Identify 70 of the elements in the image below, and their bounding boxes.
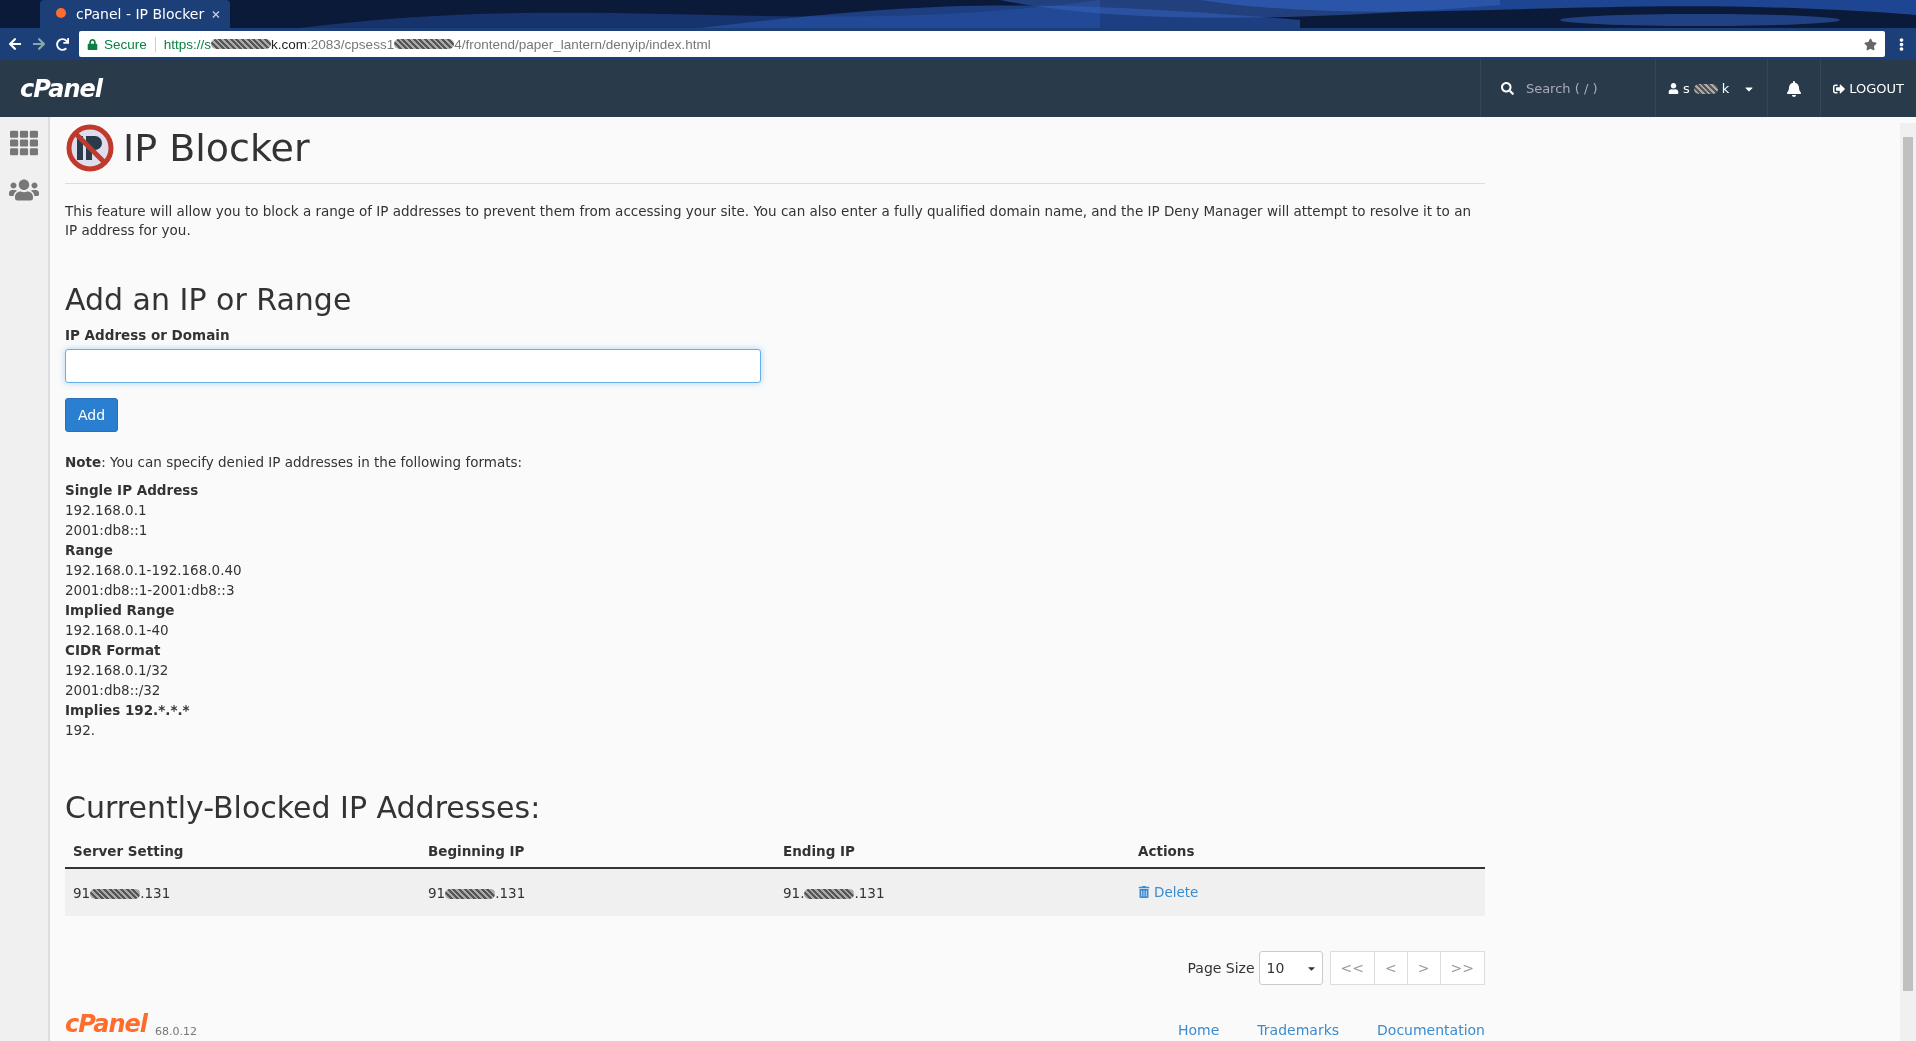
page-title: IP Blocker: [123, 126, 310, 170]
trash-icon: [1138, 886, 1150, 898]
redacted-mark: [394, 39, 455, 49]
secure-label: Secure: [104, 36, 147, 52]
username-text: k: [1721, 81, 1730, 96]
redacted-mark: [804, 888, 855, 899]
format-example: 2001:db8::/32: [65, 681, 162, 700]
forward-icon[interactable]: [32, 37, 46, 51]
bookmark-star-icon[interactable]: [1864, 37, 1877, 51]
cpanel-logo: cPanel: [65, 1010, 148, 1038]
field-label: IP Address or Domain: [65, 327, 231, 343]
page-size-select[interactable]: 10: [1258, 951, 1323, 985]
format-example: 2001:db8::1: [65, 521, 149, 540]
footer-link[interactable]: Home: [1178, 1022, 1220, 1038]
pagination-button[interactable]: <<: [1329, 951, 1376, 985]
redacted-mark: [211, 39, 272, 49]
footer-link[interactable]: Trademarks: [1257, 1022, 1340, 1038]
search-field[interactable]: Search ( / ): [1479, 60, 1655, 117]
format-example: 192.168.0.1-40: [65, 621, 170, 640]
page-size-label: Page Size: [1187, 960, 1255, 976]
table-cell: 91 .131: [65, 868, 420, 916]
browser-tab[interactable]: cPanel - IP Blocker: [40, 0, 230, 28]
note-text: Note: You can specify denied IP addresses in the following formats:: [65, 454, 524, 470]
section-heading: Currently-Blocked IP Addresses:: [65, 790, 542, 825]
format-example: 192.168.0.1/32: [65, 661, 170, 680]
format-example: 192.: [65, 721, 97, 740]
description-text: This feature will allow you to block a range of IP addresses to prevent them from accessing your site. You can also enter a fully qualified domain name, and the IP Deny Manager will attempt to resolve it to an IP address for you.: [65, 202, 1472, 240]
pagination-button[interactable]: >: [1406, 951, 1441, 985]
username-text: s: [1682, 81, 1690, 96]
scrollbar-thumb[interactable]: [1903, 137, 1913, 991]
delete-link[interactable]: Delete: [1138, 884, 1199, 900]
blocked-ip-icon: [65, 123, 115, 173]
logout-icon: [1833, 82, 1846, 95]
url-text: https://s: [163, 36, 212, 52]
section-heading: Add an IP or Range: [65, 282, 353, 317]
back-icon[interactable]: [8, 37, 22, 51]
pagination-button[interactable]: <: [1374, 951, 1408, 985]
ip-address-field[interactable]: [65, 349, 761, 383]
close-icon[interactable]: [212, 9, 220, 19]
notifications-icon[interactable]: [1786, 80, 1803, 97]
format-heading: CIDR Format: [65, 641, 162, 660]
reload-icon[interactable]: [56, 37, 69, 51]
tab-title: cPanel - IP Blocker: [76, 6, 205, 22]
redacted-mark: [90, 888, 141, 899]
url-text: :2083/cpsess1: [307, 36, 395, 52]
add-button[interactable]: Add: [65, 398, 119, 432]
table-cell: 91. .131: [775, 868, 1130, 916]
cpanel-logo[interactable]: cPanel: [20, 74, 103, 103]
table-cell: 91 .131: [420, 868, 775, 916]
lock-icon: [87, 38, 98, 50]
redacted-mark: [1693, 83, 1718, 94]
format-heading: Range: [65, 541, 114, 560]
url-text: k.com: [271, 36, 308, 52]
format-example: 192.168.0.1: [65, 501, 148, 520]
user-menu[interactable]: s k: [1654, 60, 1768, 117]
format-heading: Single IP Address: [65, 481, 200, 500]
format-example: 192.168.0.1-192.168.0.40: [65, 561, 243, 580]
footer-link[interactable]: Documentation: [1377, 1022, 1485, 1038]
search-icon: [1500, 82, 1514, 95]
format-heading: Implied Range: [65, 601, 176, 620]
user-icon: [1667, 83, 1679, 94]
format-heading: Implies 192.*.*.*: [65, 701, 191, 720]
redacted-mark: [445, 888, 496, 899]
pagination-button[interactable]: >>: [1439, 951, 1485, 985]
logout-link[interactable]: LOGOUT: [1820, 60, 1916, 117]
tools-grid-icon[interactable]: [10, 129, 38, 157]
version-text: 68.0.12: [155, 1025, 199, 1038]
address-field[interactable]: Secure https://s k.com:2083/cpsess1 4/frontend/paper_lantern/denyip/index.html: [79, 31, 1885, 57]
url-text: 4/frontend/paper_lantern/denyip/index.html: [454, 36, 711, 52]
format-example: 2001:db8::1-2001:db8::3: [65, 581, 236, 600]
